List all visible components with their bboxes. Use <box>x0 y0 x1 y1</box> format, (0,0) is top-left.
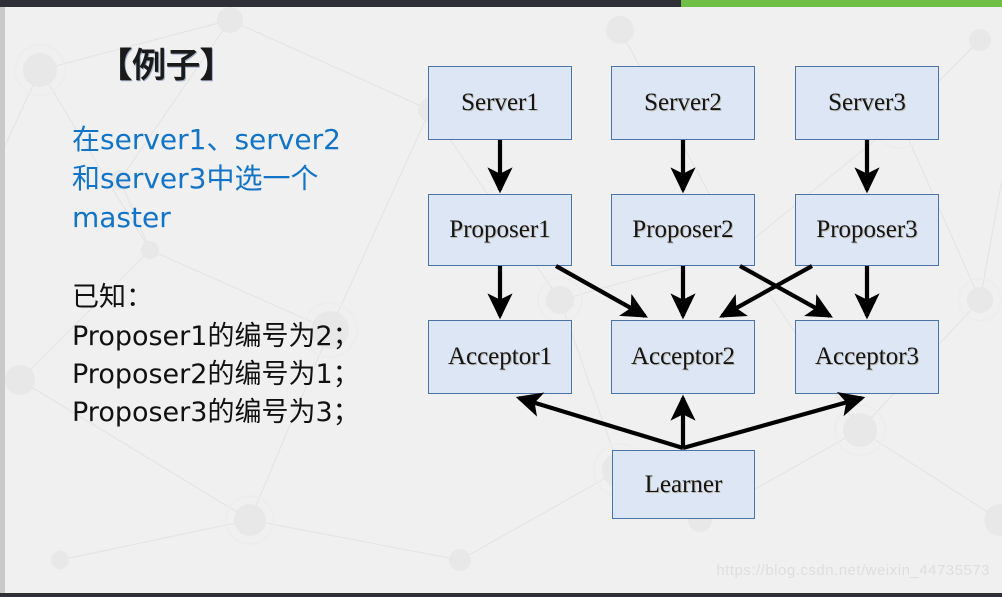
node-proposer2[interactable]: Proposer2 <box>611 194 755 266</box>
node-server2[interactable]: Server2 <box>611 66 755 140</box>
node-label: Proposer1 <box>449 216 551 243</box>
node-label: Proposer3 <box>816 216 918 243</box>
node-label: Acceptor2 <box>630 343 736 370</box>
node-label: Server2 <box>644 89 722 116</box>
node-label: Server1 <box>461 89 539 116</box>
node-label: Server3 <box>828 89 906 116</box>
node-acceptor1[interactable]: Acceptor1 <box>428 320 572 394</box>
node-label: Proposer2 <box>632 216 734 243</box>
left-edge-strip <box>0 7 5 593</box>
node-server1[interactable]: Server1 <box>428 66 572 140</box>
node-label: Acceptor1 <box>447 343 553 370</box>
slide-canvas: 【例子】 在server1、server2 和server3中选一个 maste… <box>0 0 1002 597</box>
progress-indicator <box>681 0 1002 7</box>
paxos-diagram: Server1 Server2 Server3 Proposer1 Proposer2 P… <box>0 0 1002 597</box>
node-label: Learner <box>644 470 723 498</box>
node-proposer3[interactable]: Proposer3 <box>795 194 939 266</box>
watermark: https://blog.csdn.net/weixin_44735573 <box>716 562 990 579</box>
top-chrome-bar <box>0 0 1002 7</box>
node-learner[interactable]: Learner <box>612 450 755 519</box>
node-acceptor3[interactable]: Acceptor3 <box>795 320 939 394</box>
bottom-chrome-bar <box>0 593 1002 597</box>
node-label: Acceptor3 <box>814 343 920 370</box>
node-acceptor2[interactable]: Acceptor2 <box>611 320 755 394</box>
node-server3[interactable]: Server3 <box>795 66 939 140</box>
node-proposer1[interactable]: Proposer1 <box>428 194 572 266</box>
